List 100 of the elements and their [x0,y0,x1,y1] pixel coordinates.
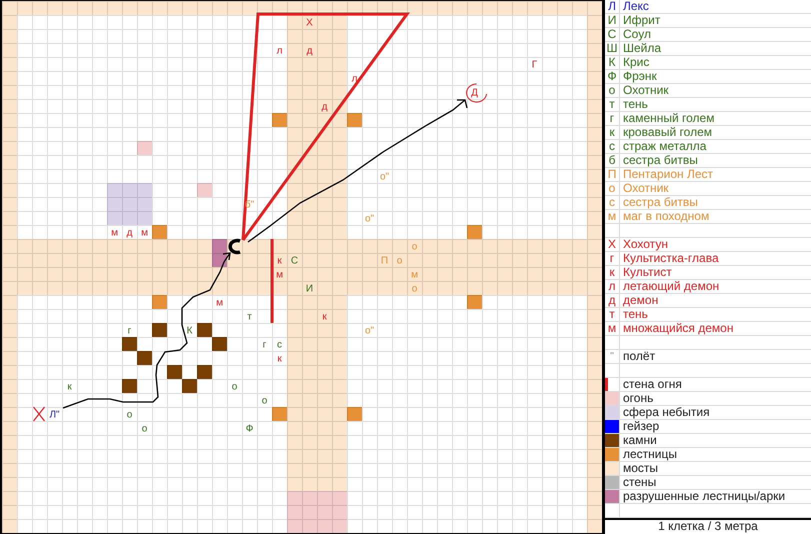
unit-label: д [322,102,328,112]
unit-label: о [142,424,148,434]
bridge-tile [332,379,347,393]
bridge-tile [407,267,422,281]
bridge-tile [587,477,602,491]
bridge-tile [497,281,512,295]
unit-label: к [67,382,72,392]
circle-mark-icon [466,84,487,102]
ruin-tile [212,239,227,253]
bridge-tile [302,15,317,29]
bridge-tile [587,435,602,449]
bridge-tile [287,407,302,421]
bridge-tile [317,155,332,169]
bridge-tile [302,57,317,71]
bridge-tile [227,267,242,281]
fire-tile [287,505,302,519]
bridge-tile [287,421,302,435]
bridge-tile [332,71,347,85]
bridge-tile [407,281,422,295]
bridge-tile [317,379,332,393]
bridge-tile [362,281,377,295]
bridge-tile [317,309,332,323]
bridge-tile [227,1,242,15]
bridge-tile [317,323,332,337]
bridge-tile [317,253,332,267]
bridge-tile [452,239,467,253]
bridge-tile [302,477,317,491]
rock-tile [122,337,137,351]
bridge-tile [287,379,302,393]
bridge-tile [167,281,182,295]
legend-label: маг в походном [622,210,710,223]
bridge-tile [332,365,347,379]
bridge-tile [377,267,392,281]
bridge-tile [287,323,302,337]
bridge-tile [557,1,572,15]
bridge-tile [302,351,317,365]
bridge-tile [302,309,317,323]
bridge-tile [317,295,332,309]
bridge-tile [77,267,92,281]
legend-label: кровавый голем [622,126,712,139]
bridge-tile [107,267,122,281]
bridge-tile [302,211,317,225]
legend-label: Культистка-глава [622,252,719,265]
bridge-tile [587,379,602,393]
bridge-tile [32,253,47,267]
bridge-tile [392,239,407,253]
legend-label: стены [622,476,656,489]
stairs-tile [467,295,482,309]
bridge-tile [2,225,17,239]
bridge-tile [302,169,317,183]
bridge-tile [512,1,527,15]
bridge-tile [77,253,92,267]
bridge-tile [302,435,317,449]
bridge-tile [317,71,332,85]
bridge-tile [122,267,137,281]
bridge-tile [377,253,392,267]
bridge-tile [437,239,452,253]
unit-label: л [276,46,282,56]
bridge-tile [2,393,17,407]
bridge-tile [137,239,152,253]
bridge-tile [332,197,347,211]
bridge-tile [542,281,557,295]
bridge-tile [2,337,17,351]
bridge-tile [197,253,212,267]
bridge-tile [332,183,347,197]
bridge-tile [2,15,17,29]
bridge-tile [332,477,347,491]
unit-label: к [322,312,327,322]
bridge-tile [377,239,392,253]
rock-tile [197,323,212,337]
bridge-tile [587,351,602,365]
bridge-tile [2,463,17,477]
bridge-tile [587,155,602,169]
bridge-tile [437,1,452,15]
bridge-tile [17,253,32,267]
bridge-tile [287,29,302,43]
bridge-tile [77,239,92,253]
bridge-tile [317,169,332,183]
bridge-tile [332,155,347,169]
bridge-tile [2,239,17,253]
bridge-tile [242,267,257,281]
fire-tile [332,519,347,533]
bridge-tile [347,239,362,253]
bridge-tile [317,15,332,29]
legend-label: Хохотун [622,238,668,251]
bridge-tile [122,239,137,253]
legend-label: сфера небытия [622,406,710,419]
bridge-tile [437,253,452,267]
bridge-tile [332,141,347,155]
bridge-tile [587,281,602,295]
bridge-tile [587,85,602,99]
bridge-tile [2,323,17,337]
fire-tile [302,519,317,533]
bridge-tile [2,519,17,533]
bridge-tile [287,85,302,99]
bridge-tile [497,1,512,15]
bridge-tile [287,197,302,211]
unit-label: Х [306,18,313,28]
bridge-tile [317,421,332,435]
legend-label: Шейла [622,42,662,55]
